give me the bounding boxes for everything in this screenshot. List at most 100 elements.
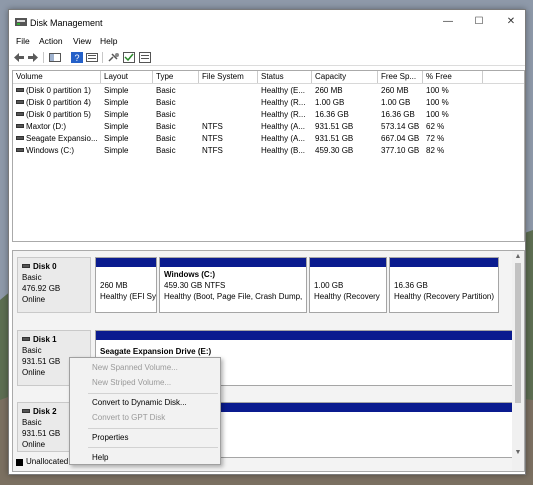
menu-new-spanned-volume[interactable]: New Spanned Volume... — [92, 362, 178, 374]
partition-title: Windows (C:) — [164, 270, 216, 279]
volume-row[interactable]: (Disk 0 partition 5) Simple Basic Health… — [13, 109, 524, 121]
column-header-free-space[interactable]: Free Sp... — [378, 71, 423, 83]
volume-layout: Simple — [104, 146, 129, 155]
volume-free-space: 377.10 GB — [381, 146, 420, 155]
disk-status: Online — [22, 295, 46, 304]
volume-row[interactable]: Seagate Expansio... Simple Basic NTFS He… — [13, 133, 524, 145]
partition-windows-c[interactable]: Windows (C:) 459.30 GB NTFS Healthy (Boo… — [159, 257, 307, 313]
close-button[interactable]: ✕ — [503, 16, 519, 28]
column-header-volume[interactable]: Volume — [13, 71, 101, 83]
disk-management-app-icon — [15, 18, 27, 26]
partition-bar — [160, 258, 306, 267]
partition-efi[interactable]: 260 MB Healthy (EFI Sy — [95, 257, 157, 313]
disk-name: Disk 0 — [33, 262, 57, 271]
menu-file[interactable]: File — [16, 36, 30, 46]
volume-type: Basic — [156, 98, 176, 107]
menu-help-item[interactable]: Help — [92, 452, 108, 464]
volume-type: Basic — [156, 86, 176, 95]
menu-help[interactable]: Help — [100, 36, 117, 46]
back-icon[interactable] — [13, 52, 25, 63]
disk-info-0[interactable]: Disk 0 Basic 476.92 GB Online — [17, 257, 91, 313]
scrollbar-thumb[interactable] — [515, 263, 521, 403]
volume-layout: Simple — [104, 122, 129, 131]
column-header-layout[interactable]: Layout — [101, 71, 153, 83]
disk-row-0: Disk 0 Basic 476.92 GB Online 260 MB Hea… — [13, 257, 513, 317]
properties-icon[interactable] — [86, 52, 98, 63]
volume-capacity: 1.00 GB — [315, 98, 345, 107]
minimize-button[interactable]: — — [440, 16, 456, 28]
volume-name: Seagate Expansio... — [13, 133, 101, 145]
volume-row[interactable]: (Disk 0 partition 1) Simple Basic Health… — [13, 85, 524, 97]
disk-name: Disk 2 — [33, 407, 57, 416]
menu-action[interactable]: Action — [39, 36, 63, 46]
volume-status: Healthy (R... — [261, 98, 306, 107]
disk-icon — [22, 336, 30, 341]
disk-icon — [22, 263, 30, 268]
menu-new-striped-volume[interactable]: New Striped Volume... — [92, 377, 171, 389]
scroll-up-icon[interactable]: ▲ — [514, 253, 522, 261]
menu-properties[interactable]: Properties — [92, 432, 128, 444]
volume-percent-free: 62 % — [426, 122, 445, 131]
volume-icon — [16, 99, 24, 104]
menu-view[interactable]: View — [73, 36, 91, 46]
volume-status: Healthy (B... — [261, 146, 306, 155]
scroll-down-icon[interactable]: ▼ — [514, 449, 522, 457]
volume-capacity: 260 MB — [315, 86, 343, 95]
list-icon[interactable] — [139, 52, 151, 63]
column-header-status[interactable]: Status — [258, 71, 312, 83]
help-icon[interactable]: ? — [71, 52, 83, 63]
volume-type: Basic — [156, 110, 176, 119]
partition-status: Healthy (Recovery Partition) — [394, 292, 495, 301]
volume-capacity: 931.51 GB — [315, 122, 354, 131]
legend-unallocated-label: Unallocated — [26, 457, 69, 466]
disk-icon — [22, 408, 30, 413]
maximize-button[interactable]: ☐ — [471, 16, 487, 28]
window-title: Disk Management — [30, 18, 103, 28]
volume-percent-free: 100 % — [426, 110, 449, 119]
volume-free-space: 16.36 GB — [381, 110, 415, 119]
disk-size: 476.92 GB — [22, 284, 61, 293]
partition-status: Healthy (Boot, Page File, Crash Dump, — [164, 292, 303, 301]
volume-percent-free: 100 % — [426, 98, 449, 107]
volume-percent-free: 100 % — [426, 86, 449, 95]
volume-name: (Disk 0 partition 5) — [13, 109, 101, 121]
column-header-capacity[interactable]: Capacity — [312, 71, 378, 83]
column-header-type[interactable]: Type — [153, 71, 199, 83]
svg-text:?: ? — [74, 53, 79, 63]
toolbar-separator — [102, 52, 103, 63]
partition-bar — [390, 258, 498, 267]
volume-status: Healthy (R... — [261, 110, 306, 119]
toolbar: ? — [9, 50, 525, 66]
volume-type: Basic — [156, 122, 176, 131]
menu-convert-to-gpt[interactable]: Convert to GPT Disk — [92, 412, 165, 424]
volume-free-space: 573.14 GB — [381, 122, 420, 131]
volume-icon — [16, 123, 24, 128]
partition-recovery-2[interactable]: 16.36 GB Healthy (Recovery Partition) — [389, 257, 499, 313]
volume-icon — [16, 111, 24, 116]
connect-icon[interactable] — [108, 52, 120, 63]
volume-icon — [16, 135, 24, 140]
partition-recovery-1[interactable]: 1.00 GB Healthy (Recovery — [309, 257, 387, 313]
partition-size: 260 MB — [100, 281, 128, 290]
partition-size: 16.36 GB — [394, 281, 428, 290]
volume-capacity: 931.51 GB — [315, 134, 354, 143]
volume-type: Basic — [156, 134, 176, 143]
check-icon[interactable] — [123, 52, 135, 63]
menu-separator — [88, 393, 218, 394]
toolbar-separator — [43, 52, 44, 63]
volume-row[interactable]: Maxtor (D:) Simple Basic NTFS Healthy (A… — [13, 121, 524, 133]
volume-row[interactable]: (Disk 0 partition 4) Simple Basic Health… — [13, 97, 524, 109]
show-pane-icon[interactable] — [49, 52, 61, 63]
volume-file-system: NTFS — [202, 146, 223, 155]
partition-status: Healthy (Recovery — [314, 292, 380, 301]
menu-convert-to-dynamic[interactable]: Convert to Dynamic Disk... — [92, 397, 187, 409]
volume-row[interactable]: Windows (C:) Simple Basic NTFS Healthy (… — [13, 145, 524, 157]
partition-size: 1.00 GB — [314, 281, 344, 290]
disk-type: Basic — [22, 346, 42, 355]
column-header-percent-free[interactable]: % Free — [423, 71, 483, 83]
volume-status: Healthy (E... — [261, 86, 306, 95]
partition-bar — [310, 258, 386, 267]
disk-pane-scrollbar[interactable]: ▲ ▼ — [512, 251, 524, 471]
column-header-file-system[interactable]: File System — [199, 71, 258, 83]
forward-icon[interactable] — [27, 52, 39, 63]
